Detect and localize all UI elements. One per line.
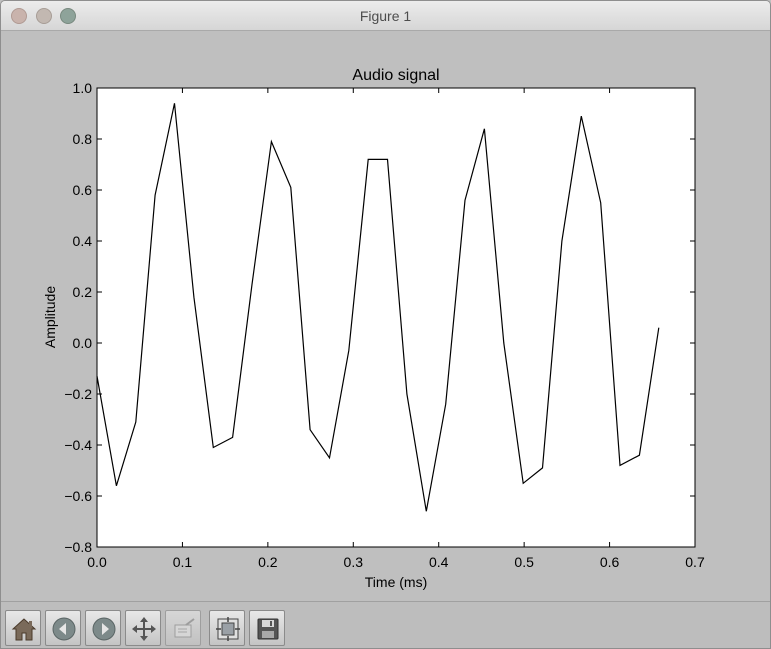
home-icon xyxy=(11,618,37,641)
chart-title: Audio signal xyxy=(352,67,439,84)
y-tick-label: 1.0 xyxy=(73,80,93,96)
save-icon xyxy=(257,618,279,640)
figure-window: Figure 1 0.0 0.1 0.2 0.3 0.4 0.5 0.6 0.7 −0.8 −0… xyxy=(0,0,771,649)
y-tick-label: −0.4 xyxy=(64,437,92,453)
forward-button[interactable] xyxy=(85,610,121,646)
y-tick-label: −0.8 xyxy=(64,539,92,555)
x-tick-label: 0.3 xyxy=(344,554,364,570)
back-icon xyxy=(52,617,76,641)
zoom-button[interactable] xyxy=(165,610,201,646)
zoom-icon xyxy=(174,618,195,638)
window-title: Figure 1 xyxy=(359,8,412,24)
x-tick-label: 0.4 xyxy=(429,554,449,570)
subplots-icon xyxy=(216,617,240,641)
y-tick-label: −0.6 xyxy=(64,488,92,504)
home-button[interactable] xyxy=(5,610,41,646)
plot-area xyxy=(96,87,696,548)
x-tick-label: 0.2 xyxy=(258,554,278,570)
pan-button[interactable] xyxy=(125,610,161,646)
forward-icon xyxy=(92,617,116,641)
subplots-button[interactable] xyxy=(209,610,245,646)
x-tick-label: 0.1 xyxy=(173,554,193,570)
y-tick-label: 0.0 xyxy=(73,335,93,351)
y-tick-label: 0.2 xyxy=(73,284,93,300)
x-tick-label: 0.5 xyxy=(514,554,534,570)
x-tick-label: 0.7 xyxy=(685,554,705,570)
back-button[interactable] xyxy=(45,610,81,646)
figure-canvas: 0.0 0.1 0.2 0.3 0.4 0.5 0.6 0.7 −0.8 −0.6 −0.4 −0.… xyxy=(42,67,705,590)
navigation-toolbar xyxy=(1,601,770,648)
x-tick-label: 0.0 xyxy=(87,554,107,570)
pan-icon xyxy=(132,617,156,641)
x-tick-label: 0.6 xyxy=(600,554,620,570)
title-bar[interactable]: Figure 1 xyxy=(1,1,770,31)
x-axis-label: Time (ms) xyxy=(365,574,427,590)
y-tick-label: 0.8 xyxy=(73,131,93,147)
y-tick-label: 0.6 xyxy=(73,182,93,198)
y-axis-label: Amplitude xyxy=(42,286,58,348)
y-tick-label: −0.2 xyxy=(64,386,92,402)
save-button[interactable] xyxy=(249,610,285,646)
y-tick-label: 0.4 xyxy=(73,233,93,249)
